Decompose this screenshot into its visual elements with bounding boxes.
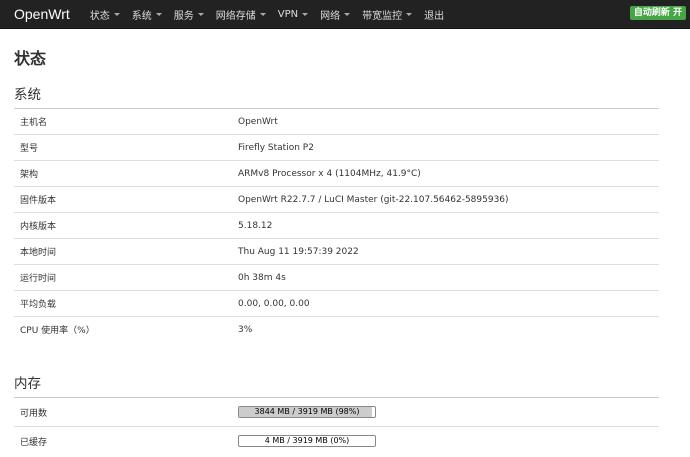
caret-down-icon: [302, 12, 309, 16]
row-key: 内核版本: [14, 212, 232, 239]
top-navbar: OpenWrt 状态 系统 服务 网络存储 VPN 网络 带宽监控 退出 自动刷…: [0, 0, 690, 29]
row-key: 型号: [14, 134, 232, 161]
table-row: 平均负载 0.00, 0.00, 0.00: [14, 290, 659, 317]
memory-section: 内存 可用数 3844 MB / 3919 MB (98%) 已缓存 4 MB …: [14, 372, 659, 455]
row-key: CPU 使用率（%）: [14, 316, 232, 342]
row-key: 运行时间: [14, 264, 232, 291]
row-key: 固件版本: [14, 186, 232, 213]
bar-label: 4 MB / 3919 MB (0%): [264, 436, 350, 445]
main-content: 状态 系统 主机名 OpenWrt 型号 Firefly Station P2 架构…: [0, 45, 690, 455]
main-nav: 状态 系统 服务 网络存储 VPN 网络 带宽监控 退出: [84, 0, 450, 28]
table-row: 本地时间 Thu Aug 11 19:57:39 2022: [14, 238, 659, 265]
nav-item-services[interactable]: 服务: [168, 0, 210, 28]
table-row: 可用数 3844 MB / 3919 MB (98%): [14, 397, 659, 427]
row-key: 已缓存: [14, 426, 232, 455]
nav-item-nas[interactable]: 网络存储: [210, 0, 272, 28]
caret-down-icon: [344, 12, 351, 16]
row-value: 0.00, 0.00, 0.00: [232, 290, 659, 317]
row-value: 0h 38m 4s: [232, 264, 659, 291]
row-value: Thu Aug 11 19:57:39 2022: [232, 238, 659, 265]
section-title-system: 系统: [14, 87, 41, 103]
brand-logo[interactable]: OpenWrt: [14, 6, 70, 22]
nav-item-bandwidth[interactable]: 带宽监控: [356, 0, 418, 28]
caret-down-icon: [155, 12, 162, 16]
table-row: 固件版本 OpenWrt R22.7.7 / LuCI Master (git-2…: [14, 186, 659, 213]
row-key: 主机名: [14, 108, 232, 135]
row-key: 本地时间: [14, 238, 232, 265]
memory-table: 可用数 3844 MB / 3919 MB (98%) 已缓存 4 MB / 3…: [14, 397, 659, 455]
bar-label: 3844 MB / 3919 MB (98%): [254, 407, 360, 416]
table-row: 运行时间 0h 38m 4s: [14, 264, 659, 291]
row-value: 5.18.12: [232, 212, 659, 239]
system-table: 主机名 OpenWrt 型号 Firefly Station P2 架构 ARMv8 …: [14, 108, 659, 342]
row-key: 架构: [14, 160, 232, 187]
table-row: 主机名 OpenWrt: [14, 108, 659, 135]
row-value: ARMv8 Processor x 4 (1104MHz, 41.9°C): [232, 160, 659, 187]
row-value: Firefly Station P2: [232, 134, 659, 161]
page-title: 状态: [14, 49, 47, 68]
row-key: 可用数: [14, 397, 232, 427]
nav-item-status[interactable]: 状态: [84, 0, 126, 28]
table-row: 型号 Firefly Station P2: [14, 134, 659, 161]
table-row: CPU 使用率（%） 3%: [14, 316, 659, 342]
memory-cached-bar: 4 MB / 3919 MB (0%): [238, 435, 376, 447]
section-title-memory: 内存: [14, 376, 41, 392]
table-row: 内核版本 5.18.12: [14, 212, 659, 239]
row-key: 平均负载: [14, 290, 232, 317]
table-row: 已缓存 4 MB / 3919 MB (0%): [14, 426, 659, 455]
nav-item-logout[interactable]: 退出: [418, 0, 450, 28]
table-row: 架构 ARMv8 Processor x 4 (1104MHz, 41.9°C): [14, 160, 659, 187]
caret-down-icon: [406, 12, 413, 16]
caret-down-icon: [197, 12, 204, 16]
row-value: OpenWrt R22.7.7 / LuCI Master (git-22.10…: [232, 186, 659, 213]
nav-item-vpn[interactable]: VPN: [272, 0, 314, 28]
caret-down-icon: [259, 12, 266, 16]
nav-item-network[interactable]: 网络: [314, 0, 356, 28]
caret-down-icon: [113, 12, 120, 16]
row-value: OpenWrt: [232, 108, 659, 135]
autorefresh-toggle[interactable]: 自动刷新 开: [629, 6, 686, 20]
row-value: 3%: [232, 316, 659, 342]
nav-item-system[interactable]: 系统: [126, 0, 168, 28]
memory-available-bar: 3844 MB / 3919 MB (98%): [238, 406, 376, 418]
